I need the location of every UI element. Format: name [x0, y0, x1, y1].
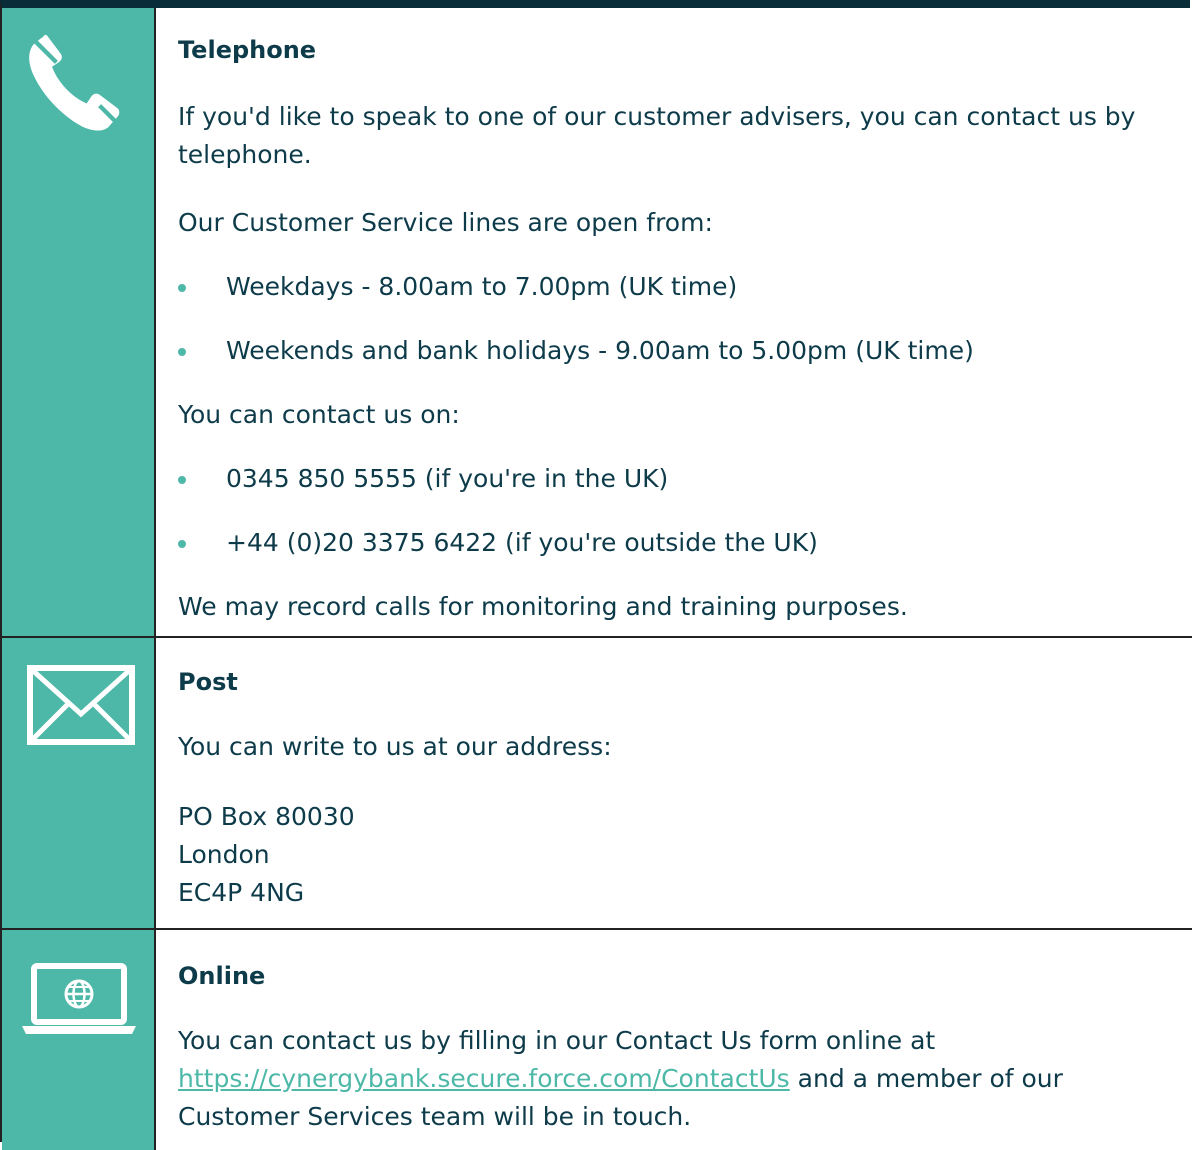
telephone-intro: If you'd like to speak to one of our cus…	[178, 102, 1136, 169]
telephone-section: Telephone If you'd like to speak to one …	[2, 8, 1192, 638]
address-line-3: EC4P 4NG	[178, 878, 305, 907]
bullet-dot	[178, 476, 186, 484]
contact-methods-table: Telephone If you'd like to speak to one …	[0, 0, 1192, 1150]
bullet-dot	[178, 284, 186, 292]
hours-weekends: Weekends and bank holidays - 9.00am to 5…	[226, 336, 974, 365]
online-text-before: You can contact us by filling in our Con…	[178, 1026, 936, 1055]
phone-number-international: +44 (0)20 3375 6422 (if you're outside t…	[226, 528, 818, 557]
numbers-intro: You can contact us on:	[178, 400, 460, 429]
telephone-heading: Telephone	[178, 36, 317, 64]
hours-weekdays: Weekdays - 8.00am to 7.00pm (UK time)	[226, 272, 738, 301]
phone-icon	[24, 30, 132, 138]
post-section: Post You can write to us at our address:…	[2, 638, 1192, 930]
hours-intro: Our Customer Service lines are open from…	[178, 208, 713, 237]
online-heading: Online	[178, 962, 266, 990]
post-intro: You can write to us at our address:	[178, 732, 612, 761]
address-line-1: PO Box 80030	[178, 802, 355, 831]
online-section: Online You can contact us by filling in …	[2, 930, 1192, 1150]
post-icon-cell	[2, 638, 156, 928]
online-text: You can contact us by filling in our Con…	[178, 1022, 1178, 1136]
phone-number-uk: 0345 850 5555 (if you're in the UK)	[226, 464, 669, 493]
recording-note: We may record calls for monitoring and t…	[178, 592, 908, 621]
bullet-dot	[178, 348, 186, 356]
contact-us-link[interactable]: https://cynergybank.secure.force.com/Con…	[178, 1064, 790, 1093]
online-icon-cell	[2, 930, 156, 1150]
envelope-icon	[26, 664, 136, 746]
telephone-icon-cell	[2, 8, 156, 636]
bullet-dot	[178, 540, 186, 548]
post-heading: Post	[178, 668, 238, 696]
laptop-globe-icon	[20, 962, 138, 1036]
address-line-2: London	[178, 840, 270, 869]
